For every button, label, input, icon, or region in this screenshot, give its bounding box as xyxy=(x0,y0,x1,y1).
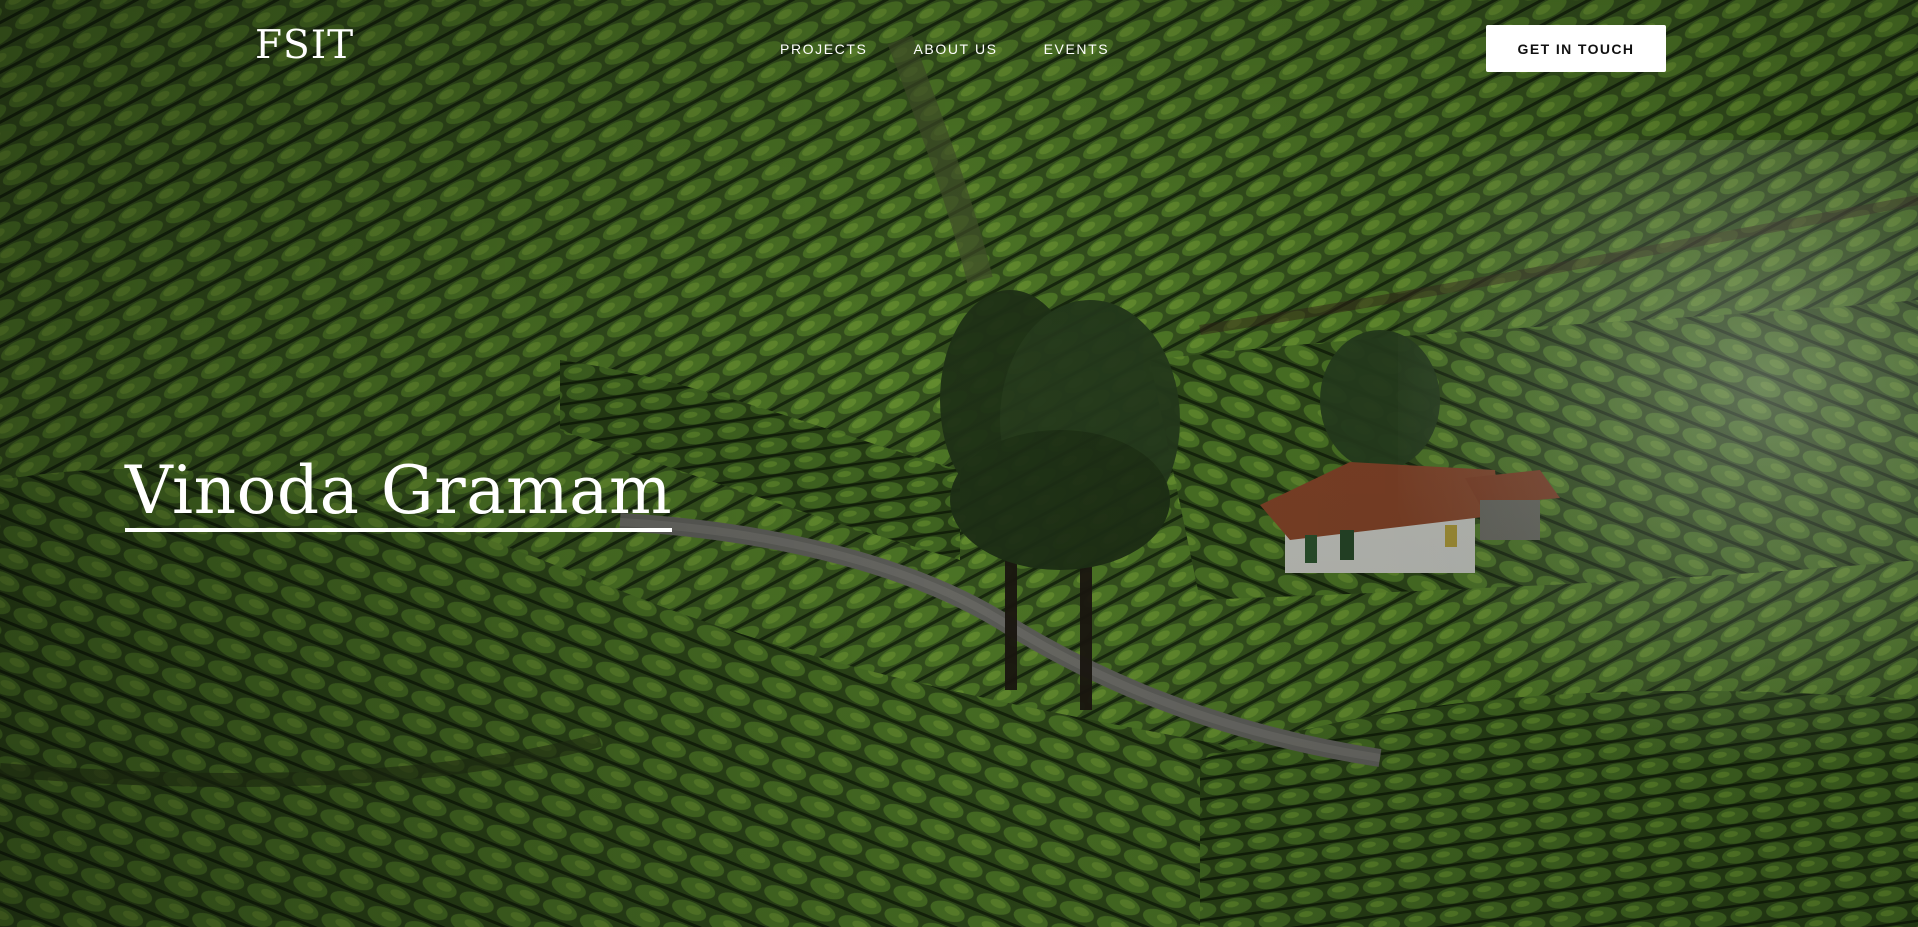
logo[interactable]: FSIT xyxy=(255,26,354,65)
hero-title[interactable]: Vinoda Gramam xyxy=(125,458,673,532)
main-nav: PROJECTS ABOUT US EVENTS xyxy=(780,41,1109,57)
site-header: FSIT PROJECTS ABOUT US EVENTS GET IN TOU… xyxy=(0,0,1918,100)
get-in-touch-button[interactable]: GET IN TOUCH xyxy=(1486,25,1666,72)
landing-page: FSIT PROJECTS ABOUT US EVENTS GET IN TOU… xyxy=(0,0,1918,927)
nav-item-events[interactable]: EVENTS xyxy=(1044,41,1110,57)
nav-item-projects[interactable]: PROJECTS xyxy=(780,41,867,57)
nav-item-about-us[interactable]: ABOUT US xyxy=(913,41,997,57)
